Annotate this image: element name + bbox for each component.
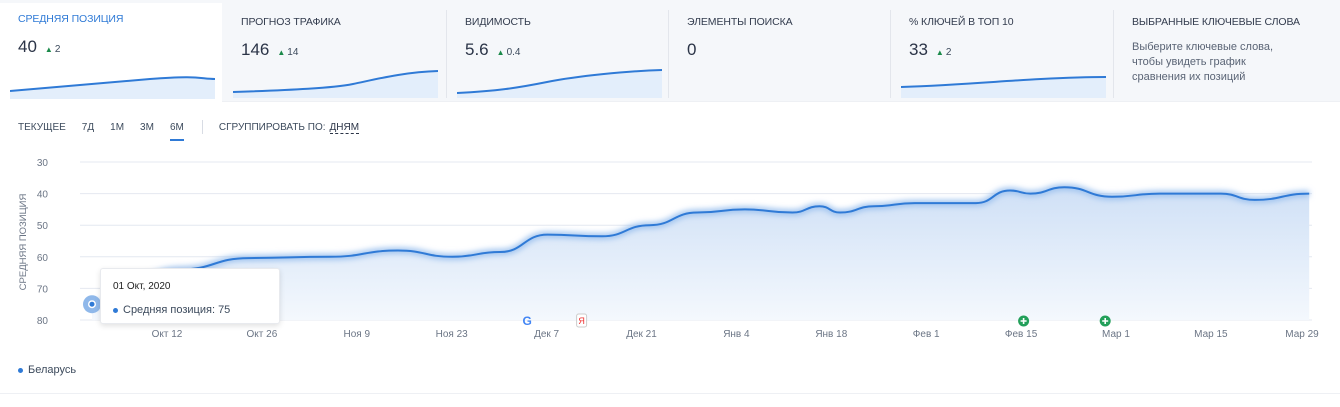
x-tick-label: Янв 18 bbox=[815, 329, 847, 340]
tooltip-value: 75 bbox=[218, 304, 231, 316]
yandex-icon[interactable]: Я bbox=[576, 313, 588, 328]
y-tick-label: 50 bbox=[37, 221, 49, 232]
y-tick-label: 40 bbox=[37, 190, 49, 201]
plus-event-icon[interactable] bbox=[1099, 315, 1111, 327]
y-axis-label: СРЕДНЯЯ ПОЗИЦИЯ bbox=[18, 194, 29, 291]
x-tick-label: Янв 4 bbox=[723, 329, 750, 340]
y-tick-label: 60 bbox=[37, 253, 49, 264]
x-tick-label: Фев 15 bbox=[1005, 329, 1038, 340]
y-tick-label: 30 bbox=[37, 158, 49, 169]
series-dot-icon bbox=[113, 307, 118, 313]
x-tick-label: Дек 21 bbox=[626, 329, 657, 340]
legend-label: Беларусь bbox=[28, 364, 77, 376]
tooltip-date: 01 Окт, 2020 bbox=[113, 281, 171, 292]
x-tick-label: Ноя 23 bbox=[436, 329, 469, 340]
y-tick-label: 80 bbox=[37, 316, 49, 327]
hover-point-center bbox=[89, 301, 95, 307]
x-tick-label: Дек 7 bbox=[534, 329, 559, 340]
plus-event-icon[interactable] bbox=[1018, 315, 1030, 327]
chart-tooltip: 01 Окт, 2020 Средняя позиция: 75 bbox=[100, 268, 280, 324]
divider bbox=[0, 393, 1340, 394]
x-tick-label: Мар 1 bbox=[1102, 329, 1130, 340]
x-tick-label: Ноя 9 bbox=[344, 329, 371, 340]
svg-text:Я: Я bbox=[578, 316, 585, 326]
legend-dot-icon bbox=[18, 367, 23, 373]
tooltip-series: Средняя позиция: bbox=[123, 304, 215, 316]
x-tick-label: Мар 15 bbox=[1194, 329, 1228, 340]
google-icon[interactable]: G bbox=[523, 314, 532, 328]
legend-item-belarus[interactable]: Беларусь bbox=[18, 364, 76, 376]
x-tick-label: Окт 26 bbox=[247, 329, 278, 340]
x-tick-label: Мар 29 bbox=[1285, 329, 1319, 340]
x-tick-label: Окт 12 bbox=[152, 329, 183, 340]
x-tick-label: Фев 1 bbox=[913, 329, 940, 340]
svg-text:G: G bbox=[523, 314, 532, 328]
y-tick-label: 70 bbox=[37, 284, 49, 295]
